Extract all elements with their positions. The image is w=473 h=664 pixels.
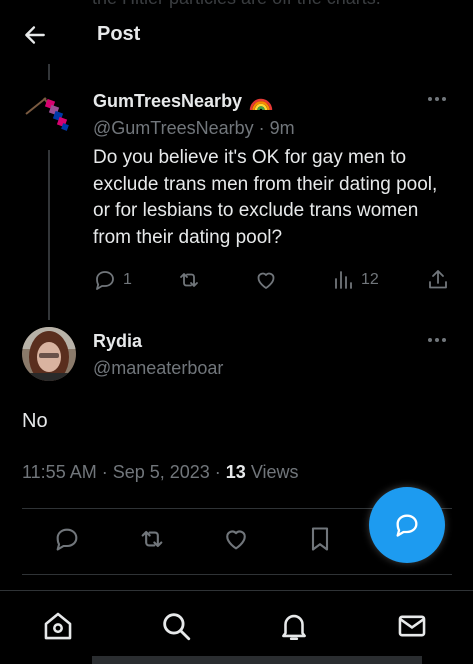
like-button[interactable]: [254, 268, 284, 292]
post-meta: 11:55 AM · Sep 5, 2023 · 13 Views: [22, 462, 299, 483]
separator: ·: [209, 462, 226, 482]
reply-count: 1: [123, 271, 132, 288]
heart-icon: [257, 272, 275, 289]
view-count: 12: [361, 271, 379, 288]
analytics-icon: [335, 271, 352, 289]
repost-icon[interactable]: [138, 525, 166, 553]
post-timestamp[interactable]: 11:55 AM · Sep 5, 2023: [22, 462, 210, 482]
author-handle[interactable]: @maneaterboar: [93, 358, 223, 379]
top-bar: the Hitler particles are off the charts.…: [0, 0, 473, 70]
author-name[interactable]: GumTreesNearby: [93, 91, 274, 112]
separator: ·: [253, 118, 270, 138]
post-text: No: [22, 410, 48, 432]
author-handle[interactable]: @GumTreesNearby: [93, 118, 254, 138]
share-button[interactable]: [426, 268, 450, 292]
post-time[interactable]: 9m: [270, 118, 295, 138]
avatar-image: [22, 327, 76, 381]
thread-line: [48, 150, 50, 320]
author-name-text: GumTreesNearby: [93, 91, 243, 111]
repost-button[interactable]: [177, 268, 207, 292]
author-name[interactable]: Rydia: [93, 331, 142, 352]
home-icon[interactable]: [41, 609, 75, 643]
views-button[interactable]: 12: [331, 268, 379, 292]
heart-icon[interactable]: [222, 525, 250, 553]
rainbow-emoji-icon: [249, 98, 273, 110]
thread-line: [48, 64, 50, 80]
author-handle-line: @GumTreesNearby · 9m: [93, 118, 295, 139]
search-icon[interactable]: [159, 609, 193, 643]
bell-icon[interactable]: [277, 609, 311, 643]
repost-icon: [180, 273, 198, 287]
reply-compose-button[interactable]: [369, 487, 445, 563]
compose-reply-icon: [396, 514, 418, 537]
divider: [22, 574, 452, 575]
avatar[interactable]: [22, 90, 74, 142]
post-actions: 1 12: [93, 268, 453, 298]
share-icon: [429, 270, 447, 289]
post-text: Do you believe it's OK for gay men to ex…: [93, 147, 438, 248]
mail-icon[interactable]: [395, 609, 429, 643]
reply-icon: [96, 271, 114, 290]
scrolled-post-text: the Hitler particles are off the charts.: [92, 0, 452, 9]
avatar[interactable]: [22, 327, 76, 381]
page-title: Post: [97, 23, 141, 45]
reply-icon[interactable]: [53, 525, 81, 553]
more-options-icon[interactable]: [426, 90, 448, 108]
bookmark-icon[interactable]: [306, 525, 334, 553]
views-count: 13: [225, 462, 246, 482]
arrow-left-icon[interactable]: [22, 22, 48, 48]
reply-button[interactable]: 1: [93, 268, 132, 292]
more-options-icon[interactable]: [426, 331, 448, 349]
scrolled-content-hint: [92, 656, 422, 664]
views-label: Views: [250, 462, 299, 482]
